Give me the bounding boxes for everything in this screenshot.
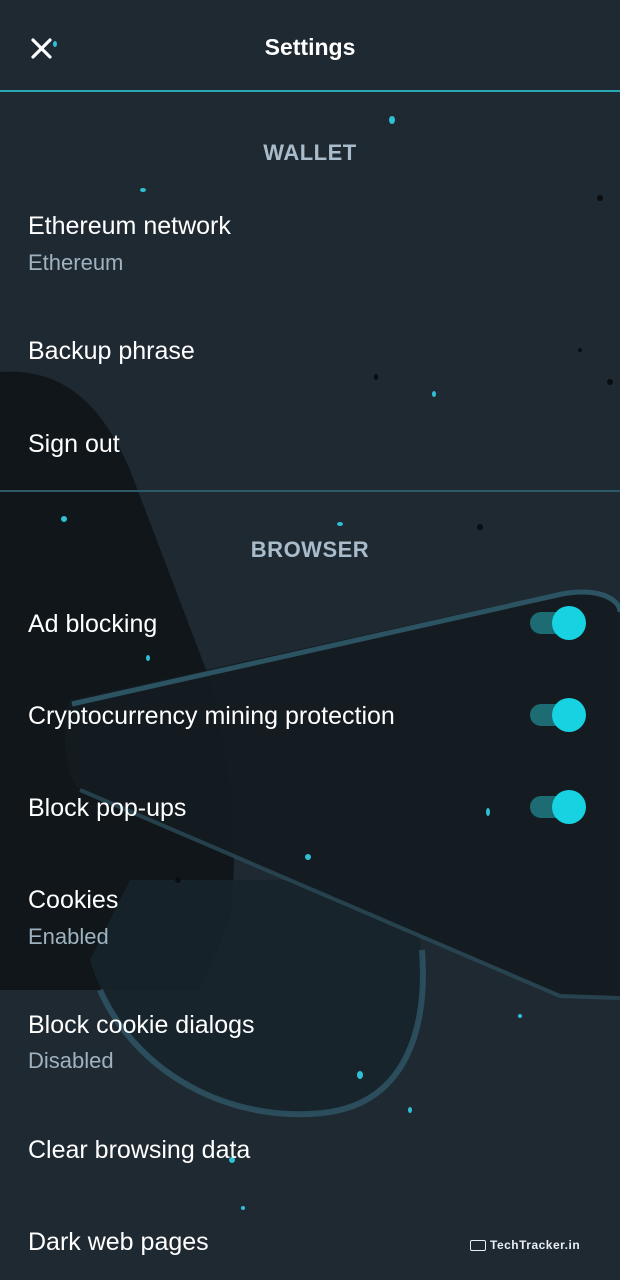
setting-label: Clear browsing data: [28, 1136, 251, 1164]
watermark-text: TechTracker.in: [490, 1238, 581, 1252]
setting-label: Ad blocking: [28, 610, 158, 638]
ad-blocking-toggle[interactable]: [530, 604, 586, 642]
toggle-knob: [552, 698, 586, 732]
setting-label: Ethereum network: [28, 212, 231, 240]
setting-label: Cryptocurrency mining protection: [28, 702, 395, 730]
setting-value: Enabled: [28, 924, 109, 949]
section-title-browser: BROWSER: [250, 537, 370, 562]
setting-label: Sign out: [28, 430, 120, 458]
toggle-knob: [552, 790, 586, 824]
setting-cookies[interactable]: Cookies Enabled: [0, 876, 620, 966]
block-popups-toggle[interactable]: [530, 788, 586, 826]
setting-label: Block pop-ups: [28, 794, 187, 822]
setting-ad-blocking[interactable]: Ad blocking: [0, 590, 620, 660]
app-header: Settings: [0, 0, 620, 92]
setting-value: Disabled: [28, 1048, 114, 1073]
settings-screen: Settings WALLET Ethereum network Ethereu…: [0, 0, 620, 1280]
watermark: TechTracker.in: [470, 1238, 580, 1252]
setting-block-popups[interactable]: Block pop-ups: [0, 774, 620, 844]
setting-sign-out[interactable]: Sign out: [0, 410, 620, 480]
page-title: Settings: [264, 34, 356, 60]
section-title-wallet: WALLET: [263, 140, 357, 165]
watermark-icon: [470, 1240, 486, 1251]
section-divider: [0, 490, 620, 492]
setting-clear-browsing-data[interactable]: Clear browsing data: [0, 1118, 620, 1188]
mining-protection-toggle[interactable]: [530, 696, 586, 734]
toggle-knob: [552, 606, 586, 640]
setting-mining-protection[interactable]: Cryptocurrency mining protection: [0, 682, 620, 752]
setting-ethereum-network[interactable]: Ethereum network Ethereum: [0, 200, 620, 290]
setting-block-cookie-dialogs[interactable]: Block cookie dialogs Disabled: [0, 1000, 620, 1090]
setting-backup-phrase[interactable]: Backup phrase: [0, 320, 620, 390]
setting-label: Dark web pages: [28, 1228, 209, 1256]
setting-label: Backup phrase: [28, 337, 195, 365]
setting-label: Cookies: [28, 886, 119, 914]
setting-value: Ethereum: [28, 250, 124, 275]
setting-label: Block cookie dialogs: [28, 1011, 255, 1039]
